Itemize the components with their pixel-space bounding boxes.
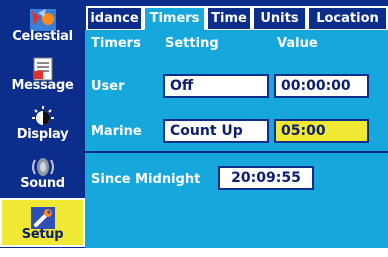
sidebar-item-setup[interactable]: Setup xyxy=(0,198,85,247)
sidebar-item-label: Setup xyxy=(21,227,64,242)
tab-bar: idance Timers Time Units Location xyxy=(86,6,388,31)
since-midnight-value-field: 20:09:55 xyxy=(218,166,314,190)
row-label-since-midnight: Since Midnight xyxy=(91,172,201,187)
tab-location[interactable]: Location xyxy=(307,6,388,31)
sidebar-item-label: Display xyxy=(16,127,69,142)
marine-timer-setting-field[interactable]: Count Up xyxy=(163,119,269,143)
row-label-user: User xyxy=(91,79,125,94)
sidebar: Celestial Message Display Sound Setup xyxy=(0,0,85,248)
bottom-bezel xyxy=(0,248,388,257)
user-timer-setting-field[interactable]: Off xyxy=(163,74,269,98)
sidebar-item-message[interactable]: Message xyxy=(0,49,85,98)
tab-units[interactable]: Units xyxy=(252,6,307,31)
tab-time[interactable]: Time xyxy=(206,6,252,31)
device-screen: Celestial Message Display Sound Setup id… xyxy=(0,0,388,257)
sidebar-item-label: Message xyxy=(11,78,74,93)
column-header-setting: Setting xyxy=(165,36,219,51)
marine-timer-value-field[interactable]: 05:00 xyxy=(274,119,369,143)
tab-guidance[interactable]: idance xyxy=(86,6,143,31)
timers-panel: Timers Setting Value User Off 00:00:00 M… xyxy=(85,30,388,248)
sidebar-item-celestial[interactable]: Celestial xyxy=(0,0,85,49)
column-header-value: Value xyxy=(277,36,318,51)
sidebar-item-display[interactable]: Display xyxy=(0,98,85,147)
tab-timers[interactable]: Timers xyxy=(143,6,206,31)
sidebar-item-label: Celestial xyxy=(12,29,73,44)
row-label-marine: Marine xyxy=(91,124,142,139)
user-timer-value-field[interactable]: 00:00:00 xyxy=(274,74,369,98)
sidebar-item-sound[interactable]: Sound xyxy=(0,147,85,196)
column-header-timers: Timers xyxy=(91,36,141,51)
section-divider xyxy=(85,151,388,153)
sidebar-item-label: Sound xyxy=(20,176,65,191)
